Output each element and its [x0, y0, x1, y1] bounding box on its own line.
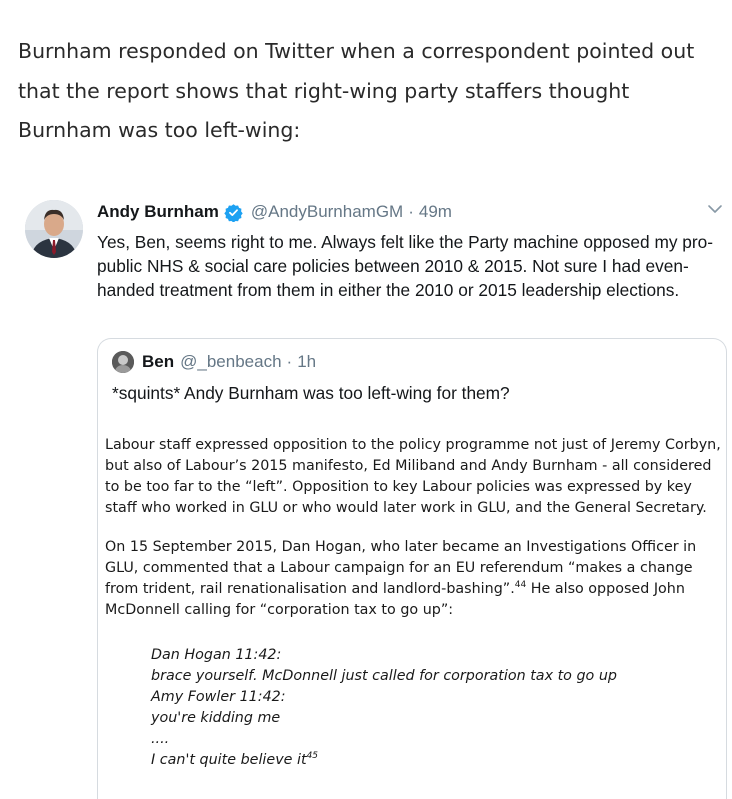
quoted-author-name: Ben: [142, 352, 175, 371]
chevron-down-icon[interactable]: [706, 202, 724, 216]
document-paragraph: On 15 September 2015, Dan Hogan, who lat…: [105, 537, 721, 621]
document-screenshot[interactable]: Labour staff expressed opposition to the…: [105, 435, 721, 639]
quoted-tweet-text: *squints* Andy Burnham was too left-wing…: [112, 383, 510, 403]
tweet-timestamp[interactable]: 49m: [419, 202, 452, 222]
separator-dot: ·: [286, 352, 293, 371]
chat-transcript: Dan Hogan 11:42: brace yourself. McDonne…: [151, 645, 691, 771]
footnote-ref: 44: [514, 580, 527, 591]
chat-line: ....: [151, 731, 170, 747]
footnote-ref: 45: [306, 751, 319, 762]
quoted-tweet-header: Ben @_benbeach · 1h: [112, 351, 316, 373]
quoted-tweet-timestamp: 1h: [297, 352, 317, 371]
user-portrait-icon: [25, 200, 83, 258]
chat-line: Dan Hogan 11:42:: [151, 647, 282, 663]
quoted-author-handle: @_benbeach: [180, 352, 282, 371]
chat-line: I can't quite believe it45: [151, 750, 691, 771]
article-paragraph: Burnham responded on Twitter when a corr…: [18, 39, 695, 142]
avatar[interactable]: [112, 351, 134, 373]
avatar[interactable]: [25, 200, 83, 258]
document-paragraph: Labour staff expressed opposition to the…: [105, 437, 721, 516]
chat-line: brace yourself. McDonnell just called fo…: [151, 668, 617, 684]
verified-badge-icon: [224, 203, 243, 223]
separator-dot: ·: [408, 202, 414, 221]
author-handle[interactable]: @AndyBurnhamGM: [251, 202, 403, 222]
user-portrait-icon: [112, 351, 134, 373]
author-name[interactable]: Andy Burnham: [97, 202, 219, 222]
chat-text: I can't quite believe it: [151, 752, 307, 768]
tweet-text: Yes, Ben, seems right to me. Always felt…: [97, 232, 714, 301]
quoted-tweet[interactable]: Ben @_benbeach · 1h *squints* Andy Burnh…: [97, 338, 727, 799]
chat-line: Amy Fowler 11:42:: [151, 689, 286, 705]
tweet-header: Andy Burnham @AndyBurnhamGM · 49m: [97, 200, 452, 224]
chat-line: you're kidding me: [151, 710, 281, 726]
